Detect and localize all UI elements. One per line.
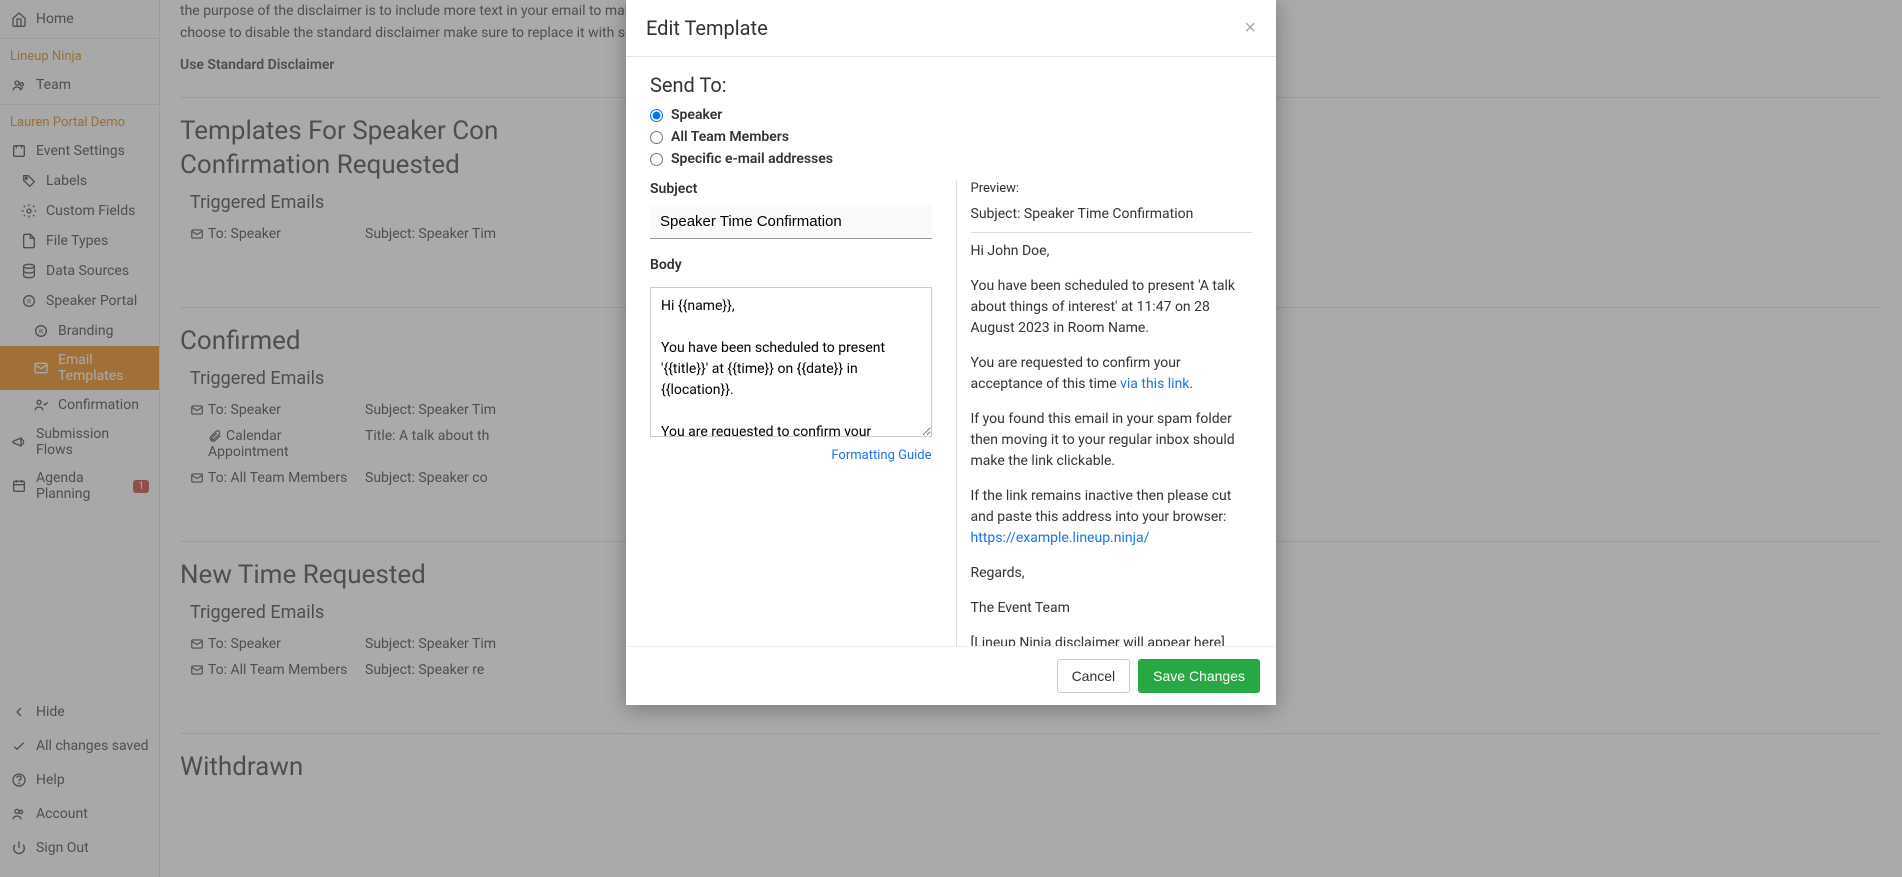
close-button[interactable]: × <box>1244 17 1256 40</box>
save-button[interactable]: Save Changes <box>1138 659 1260 693</box>
radio-speaker[interactable] <box>650 109 663 122</box>
preview-via-link[interactable]: via this link <box>1120 376 1189 392</box>
cancel-button[interactable]: Cancel <box>1057 659 1131 693</box>
edit-template-modal: Edit Template × Send To: Speaker All Tea… <box>626 0 1276 705</box>
radio-speaker-label[interactable]: Speaker <box>671 107 722 123</box>
preview-body: Hi John Doe, You have been scheduled to … <box>971 241 1253 646</box>
formatting-guide-link[interactable]: Formatting Guide <box>831 448 931 463</box>
modal-title: Edit Template <box>646 16 768 40</box>
preview-label: Preview: <box>971 181 1253 196</box>
preview-subject: Subject: Speaker Time Confirmation <box>971 206 1253 233</box>
radio-all-team-label[interactable]: All Team Members <box>671 129 789 145</box>
modal-overlay: Edit Template × Send To: Speaker All Tea… <box>0 0 1902 877</box>
radio-specific[interactable] <box>650 153 663 166</box>
body-textarea[interactable] <box>650 287 932 437</box>
radio-all-team[interactable] <box>650 131 663 144</box>
body-label: Body <box>650 257 932 273</box>
subject-label: Subject <box>650 181 932 197</box>
radio-specific-label[interactable]: Specific e-mail addresses <box>671 151 833 167</box>
preview-url-link[interactable]: https://example.lineup.ninja/ <box>971 530 1150 546</box>
send-to-label: Send To: <box>650 73 1252 97</box>
subject-input[interactable] <box>650 205 932 239</box>
